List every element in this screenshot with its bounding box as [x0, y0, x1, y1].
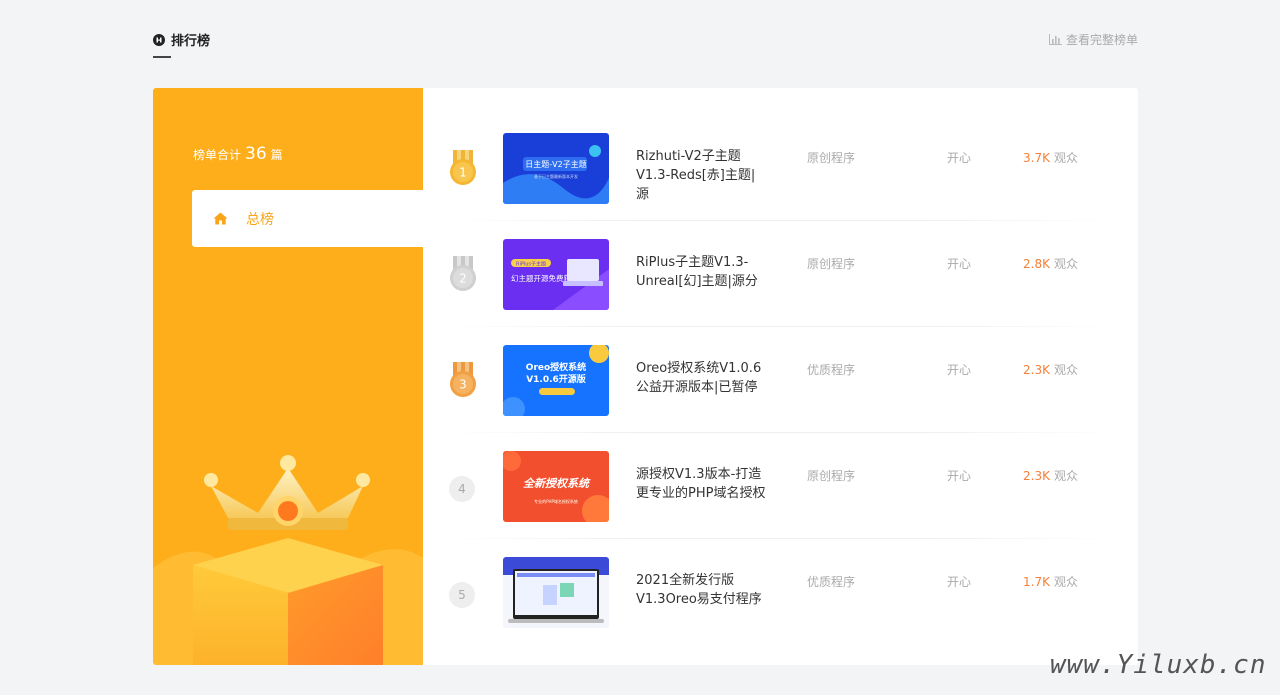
post-category[interactable]: 原创程序	[807, 149, 855, 166]
title-underline	[153, 56, 171, 58]
post-views: 2.3K 观众	[1023, 467, 1078, 484]
post-title-line1: 源授权V1.3版本-打造	[636, 467, 762, 482]
views-number: 1.7K	[1023, 575, 1050, 589]
post-views: 3.7K 观众	[1023, 149, 1078, 166]
thumb-subcaption: 基于日主题最新版本开发	[534, 173, 578, 179]
post-title-line1: Oreo授权系统V1.0.6	[636, 361, 762, 376]
thumb-subcaption: 专业的PHP域名授权系统	[534, 498, 578, 504]
post-views: 1.7K 观众	[1023, 573, 1078, 590]
table-row: 3 Oreo授权系统 V1.0.6开源版 Oreo授权系统V1.0.6 公益开源…	[423, 300, 1138, 433]
views-number: 2.8K	[1023, 257, 1050, 271]
views-number: 2.3K	[1023, 469, 1050, 483]
view-full-list-label: 查看完整榜单	[1065, 33, 1138, 47]
views-label: 观众	[1053, 575, 1078, 589]
post-title-line1: Rizhuti-V2子主题	[636, 149, 741, 164]
ranking-header: 排行榜 查看完整榜单	[153, 30, 1138, 60]
total-number: 36	[245, 144, 267, 164]
tab-overall-ranking[interactable]: 总榜	[192, 190, 423, 247]
views-number: 3.7K	[1023, 151, 1050, 165]
thumb-caption: 日主题-V2子主题	[525, 159, 586, 169]
rank-badge: 4	[449, 476, 475, 502]
table-row: 5 2021全新发行版 V1.3Oreo易支付程序 优质程序 开心 1.7K 观…	[423, 512, 1138, 628]
page-title: 排行榜	[171, 34, 211, 49]
views-number: 2.3K	[1023, 363, 1050, 377]
post-title-line2: V1.3Oreo易支付程序	[636, 592, 762, 607]
post-title[interactable]: 2021全新发行版 V1.3Oreo易支付程序	[636, 571, 766, 609]
rank-badge: 5	[449, 582, 475, 608]
crown-illustration	[153, 455, 423, 665]
view-full-list-link[interactable]: 查看完整榜单	[1048, 31, 1138, 48]
thumb-subcaption: V1.0.6开源版	[526, 373, 586, 385]
post-title[interactable]: Oreo授权系统V1.0.6 公益开源版本|已暂停	[636, 359, 766, 397]
post-author[interactable]: 开心	[947, 361, 971, 378]
site-watermark: www.Yiluxb.cn	[1050, 650, 1267, 680]
post-title-line2: 公益开源版本|已暂停	[636, 380, 758, 395]
views-label: 观众	[1053, 257, 1078, 271]
table-row: 2 RiPlus子主题 幻主题开源免费获取 RiPlus子主题V1.3- Unr…	[423, 194, 1138, 327]
silver-medal-icon: 2	[450, 256, 476, 291]
bar-chart-icon	[1048, 34, 1062, 45]
post-views: 2.8K 观众	[1023, 255, 1078, 272]
total-suffix: 篇	[270, 148, 283, 162]
thumb-caption: Oreo授权系统	[526, 361, 586, 373]
ranking-sidebar: 榜单合计 36 篇 总榜	[153, 88, 423, 665]
post-category[interactable]: 原创程序	[807, 255, 855, 272]
post-author[interactable]: 开心	[947, 467, 971, 484]
rank-number: 2	[459, 272, 467, 286]
post-author[interactable]: 开心	[947, 255, 971, 272]
table-row: 4 全新授权系统 专业的PHP域名授权系统 源授权V1.3版本-打造 更专业的P…	[423, 406, 1138, 539]
rank-number: 1	[459, 166, 467, 180]
post-title[interactable]: 源授权V1.3版本-打造 更专业的PHP域名授权	[636, 465, 766, 503]
ranking-list: 1 日主题-V2子主题 基于日主题最新版本开发 Rizhuti-V2子主题 V1…	[423, 88, 1138, 665]
post-author[interactable]: 开心	[947, 149, 971, 166]
ranking-panel: 榜单合计 36 篇 总榜 1 日主题-V2子主题 基于日主题最新版本开发 Riz…	[153, 88, 1138, 665]
post-category[interactable]: 优质程序	[807, 361, 855, 378]
post-title-line2: 更专业的PHP域名授权	[636, 486, 766, 501]
post-title-line2: Unreal[幻]主题|源分	[636, 274, 758, 289]
post-views: 2.3K 观众	[1023, 361, 1078, 378]
thumb-caption: 全新授权系统	[523, 477, 591, 490]
home-icon	[213, 212, 228, 225]
views-label: 观众	[1053, 151, 1078, 165]
total-prefix: 榜单合计	[193, 148, 242, 162]
post-category[interactable]: 原创程序	[807, 467, 855, 484]
post-category[interactable]: 优质程序	[807, 573, 855, 590]
thumb-caption: RiPlus子主题	[516, 260, 546, 267]
views-label: 观众	[1053, 363, 1078, 377]
views-label: 观众	[1053, 469, 1078, 483]
post-title[interactable]: RiPlus子主题V1.3- Unreal[幻]主题|源分	[636, 253, 766, 291]
rank-number: 3	[459, 378, 467, 392]
post-author[interactable]: 开心	[947, 573, 971, 590]
table-row: 1 日主题-V2子主题 基于日主题最新版本开发 Rizhuti-V2子主题 V1…	[423, 88, 1138, 221]
post-title-line1: RiPlus子主题V1.3-	[636, 255, 749, 270]
post-thumbnail[interactable]	[503, 557, 609, 628]
ranking-icon	[153, 33, 165, 46]
post-title-line1: 2021全新发行版	[636, 573, 735, 588]
title-wrap: 排行榜	[153, 30, 210, 49]
gold-medal-icon: 1	[450, 150, 476, 185]
total-count: 榜单合计 36 篇	[193, 144, 283, 164]
bronze-medal-icon: 3	[450, 362, 476, 397]
tab-label: 总榜	[246, 211, 274, 228]
